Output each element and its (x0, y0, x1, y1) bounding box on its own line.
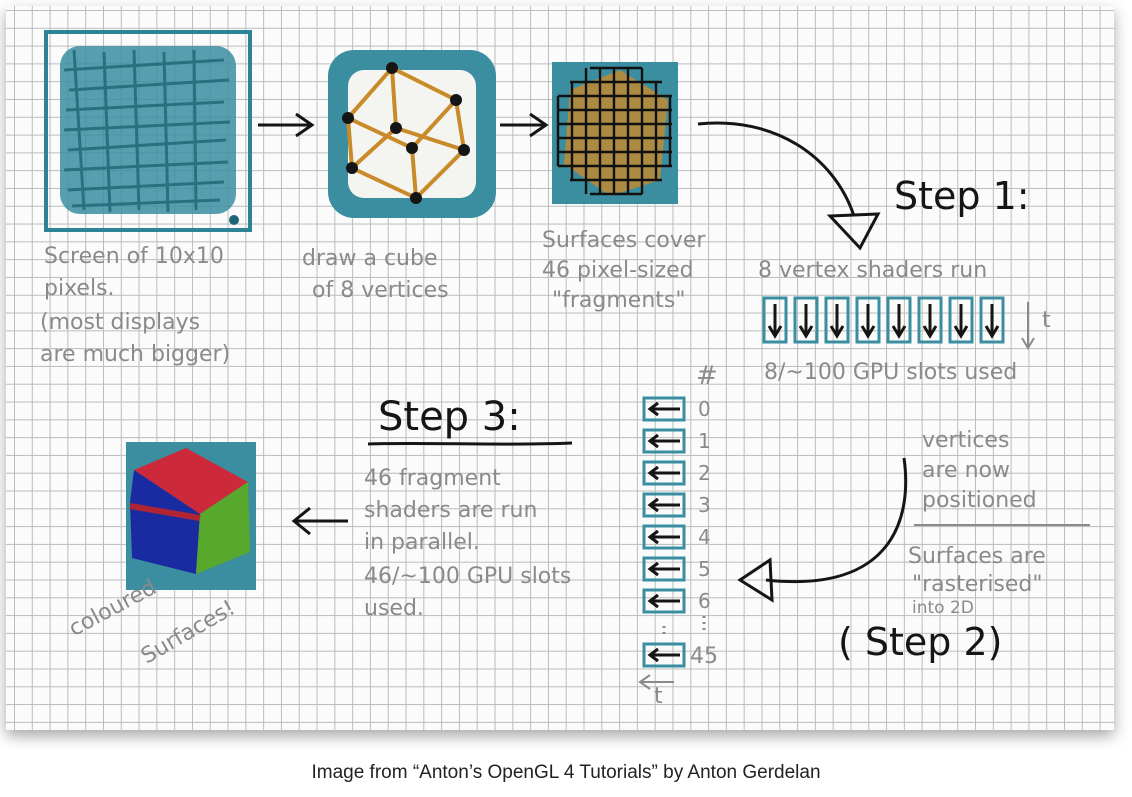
step3-line2: shaders are run (364, 498, 538, 523)
fragment-index-header: # (696, 361, 718, 391)
fragment-shader-slot (642, 428, 686, 454)
fragment-column-svg: 0 1 2 3 4 5 6 (642, 396, 711, 668)
fragment-shader-slot (642, 492, 686, 518)
arrow-right-icon (500, 112, 549, 138)
vertex-shader-slot (979, 296, 1005, 344)
step3-title: Step 3: (378, 394, 521, 440)
fragment-index-label: 4 (698, 525, 711, 549)
fragment-shader-slot (642, 524, 686, 550)
coloured-cube-icon (126, 442, 256, 590)
panel2-line2: of 8 vertices (312, 278, 449, 303)
step3-line1: 46 fragment (364, 466, 501, 491)
curved-arrow-icon (697, 121, 881, 251)
fragments-grid-icon (552, 62, 678, 204)
fragment-shader-slot (642, 396, 686, 422)
curved-arrow-icon (737, 457, 908, 603)
fragment-index-label: 0 (698, 397, 711, 421)
graph-paper: Screen of 10x10 pixels. (most displays a… (6, 6, 1114, 730)
step2-title: ( Step 2) (838, 620, 1003, 664)
step3-line4: 46/~100 GPU slots (364, 564, 572, 589)
fragment-shader-column: 0123456 (640, 394, 730, 668)
vertex-shader-slot (917, 296, 943, 344)
step1-time-label: t (1042, 308, 1051, 333)
ellipsis-dots (662, 616, 706, 638)
result-line2: Surfaces! (137, 595, 240, 670)
panel3-line2: 46 pixel-sized (542, 258, 694, 283)
step2-line4: Surfaces are (908, 544, 1046, 569)
step2-line3: positioned (922, 488, 1037, 513)
fragment-shader-slot (642, 556, 686, 582)
fragment-index-label: 2 (698, 461, 711, 485)
panel2-line1: draw a cube (302, 246, 438, 271)
step3-line3: in parallel. (364, 530, 480, 555)
panel3-line1: Surfaces cover (542, 228, 706, 253)
step1-usage: 8/~100 GPU slots used (764, 360, 1018, 385)
result-line1: coloured (64, 575, 161, 642)
fragment-shader-slot (642, 642, 686, 668)
fragment-index-label: 3 (698, 493, 711, 517)
vertex-shader-slot (824, 296, 850, 344)
panel1-line3: (most displays (40, 310, 201, 335)
step1-line1: 8 vertex shaders run (758, 258, 988, 283)
fragment-shader-slot (642, 588, 686, 614)
fragment-time-label: t (654, 684, 663, 709)
step2-line2: are now (922, 458, 1010, 483)
vertex-slots-svg (762, 296, 1005, 344)
arrow-right-icon (258, 112, 315, 138)
arrow-left-icon (291, 506, 348, 536)
panel1-line1: Screen of 10x10 (44, 244, 224, 269)
vertex-shader-slot (855, 296, 881, 344)
fragment-index-label: 1 (698, 429, 711, 453)
panel1-line4: are much bigger) (40, 342, 231, 367)
vertex-shader-slot (762, 296, 788, 344)
image-caption: Image from “Anton’s OpenGL 4 Tutorials” … (311, 762, 821, 783)
fragment-index-label: 5 (698, 557, 711, 581)
fragment-shader-slot (642, 460, 686, 486)
panel1-line2: pixels. (44, 276, 115, 301)
divider-line (914, 524, 1090, 526)
step1-title: Step 1: (894, 174, 1030, 218)
panel3-line3: "fragments" (552, 288, 686, 313)
step3-line5: used. (364, 596, 424, 621)
vertex-shader-slots (760, 296, 1020, 346)
screen-scribble-icon (44, 30, 252, 232)
vertex-shader-slot (886, 296, 912, 344)
vertex-shader-slot (793, 296, 819, 344)
step3-underline (367, 441, 573, 446)
cube-vertices-icon (328, 50, 496, 218)
fragment-index-label: 6 (698, 589, 711, 613)
time-down-arrow-icon (1021, 302, 1035, 350)
fragment-last-index: 45 (690, 644, 718, 669)
vertex-shader-slot (948, 296, 974, 344)
step2-line1: vertices (922, 428, 1010, 453)
